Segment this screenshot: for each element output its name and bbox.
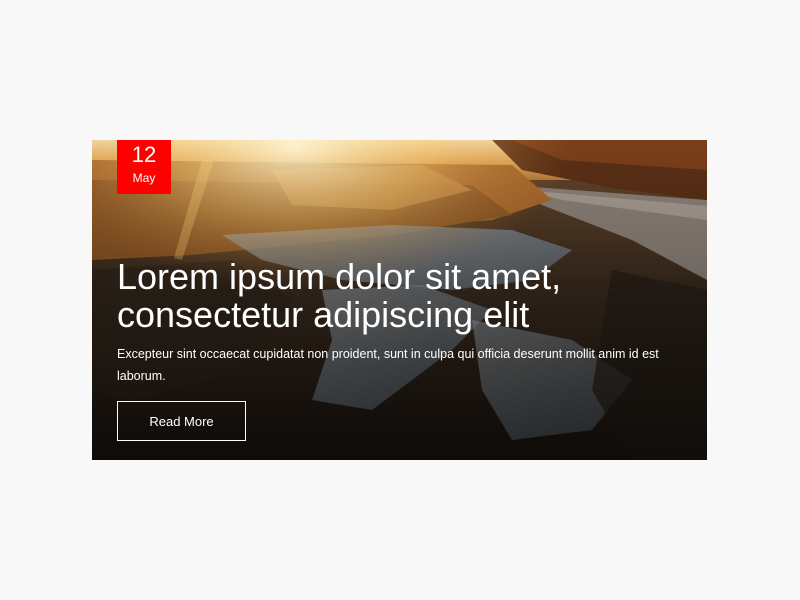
post-title: Lorem ipsum dolor sit amet, consectetur …: [117, 256, 562, 335]
date-day: 12: [131, 142, 157, 167]
blog-post-card: 12 May Lorem ipsum dolor sit amet, conse…: [92, 140, 707, 460]
read-more-button[interactable]: Read More: [117, 401, 246, 441]
date-badge: 12 May: [117, 140, 171, 194]
date-month: May: [132, 171, 156, 185]
post-excerpt: Excepteur sint occaecat cupidatat non pr…: [117, 347, 659, 383]
